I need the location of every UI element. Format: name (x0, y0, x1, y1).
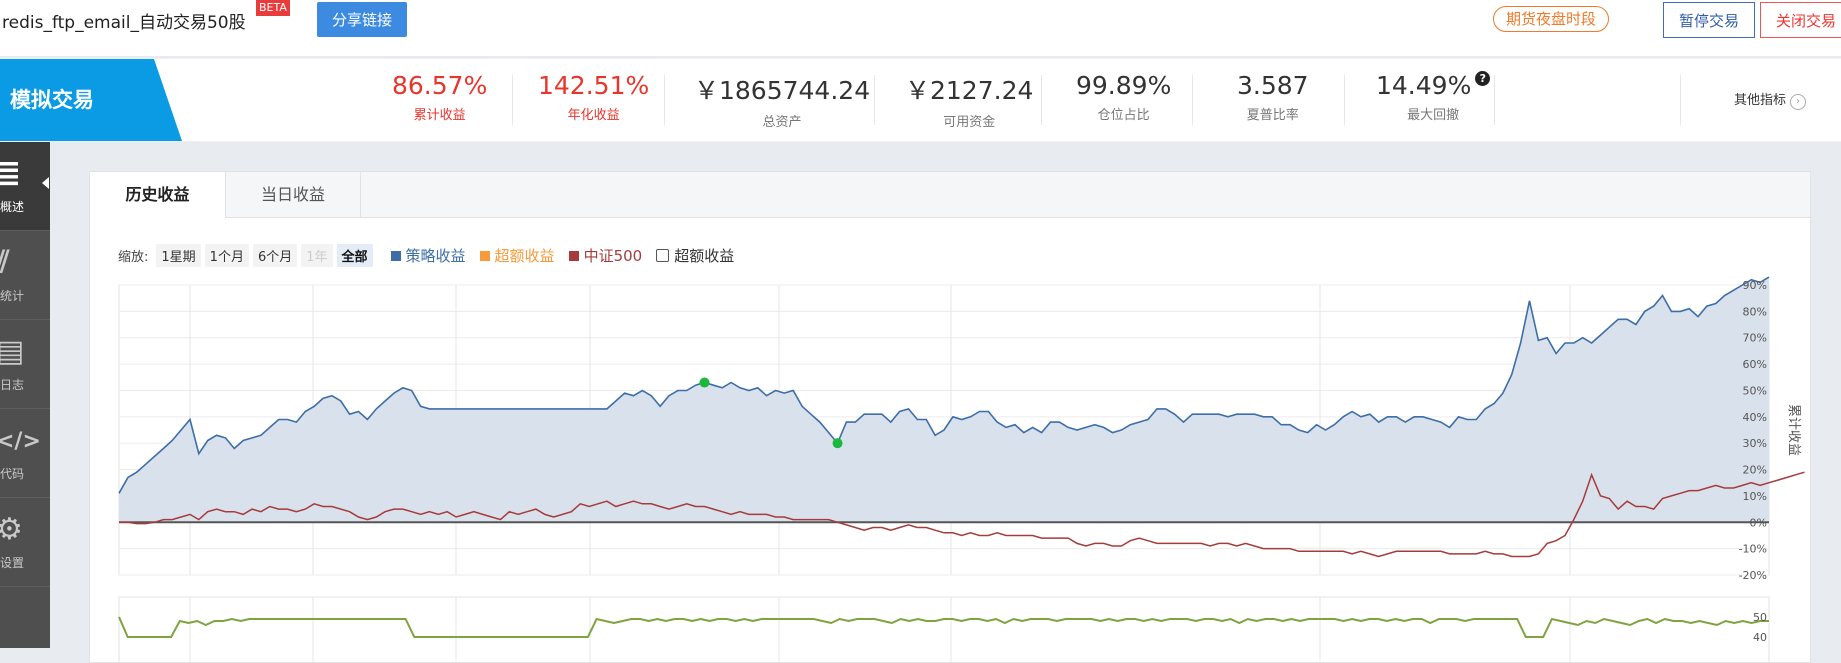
strategy-area (119, 277, 1769, 523)
stat-value: ￥2127.24 (905, 76, 1034, 105)
stat-divider (874, 75, 875, 125)
returns-panel: 历史收益 当日收益 缩放: 1星期 1个月 6个月 1年 全部 策略收益 超额收… (89, 171, 1811, 663)
night-session-badge: 期货夜盘时段 (1493, 6, 1610, 32)
stat-label: 累计收益 (413, 108, 466, 123)
y-tick-label: 40% (1743, 411, 1767, 424)
code-icon: </> (0, 429, 41, 454)
y-tick-label: 10% (1743, 490, 1767, 503)
stat-max-drawdown: 14.49%? 最大回撤 (1376, 71, 1491, 123)
y-tick-label: 70% (1743, 332, 1767, 345)
position-line (118, 616, 1769, 638)
stat-value: ￥1865744.24 (694, 76, 871, 105)
strategy-title: redis_ftp_email_自动交易50股 (2, 13, 246, 33)
y-tick-label: -20% (1739, 569, 1767, 582)
stat-value: 99.89% (1076, 71, 1172, 100)
stat-label: 总资产 (762, 115, 802, 130)
stat-value: 14.49% (1376, 71, 1472, 100)
help-icon[interactable]: ? (1475, 71, 1491, 86)
stat-divider (1494, 75, 1495, 125)
stat-cumulative-return: 86.57% 累计收益 (392, 71, 487, 123)
sidebar-item-label: 统计 (0, 289, 25, 303)
chart-icon: ⫽ (0, 245, 10, 280)
list-icon: ≣ (0, 156, 22, 191)
share-link-button[interactable]: 分享链接 (317, 2, 407, 37)
stat-value: 86.57% (392, 71, 488, 100)
y-tick-label: 60% (1743, 358, 1767, 371)
chevron-right-icon: › (1790, 94, 1807, 110)
stat-divider (1344, 75, 1345, 125)
sidebar-item-overview[interactable]: ≣ 概述 (0, 142, 50, 231)
log-icon: ▤ (0, 334, 25, 369)
stat-label: 年化收益 (567, 108, 620, 123)
stat-value: 3.587 (1237, 71, 1309, 100)
stat-divider (1192, 75, 1193, 125)
gear-icon: ⚙ (0, 512, 23, 547)
y-tick-label: 30% (1743, 437, 1767, 450)
stat-label: 夏普比率 (1246, 108, 1299, 123)
stat-label: 可用资金 (943, 115, 996, 130)
stat-label: 最大回撤 (1407, 108, 1460, 123)
stat-position-ratio: 99.89% 仓位占比 (1076, 71, 1171, 123)
y-tick-label: 20% (1743, 464, 1767, 477)
returns-chart: 90% 80% 70% 60% 50% 40% 30% 20% 10% 0% -10% -20% 累计收… (118, 276, 1805, 662)
sidebar-item-stats[interactable]: ⫽ 统计 (0, 231, 50, 320)
stat-divider (1041, 75, 1042, 125)
stat-divider (664, 75, 665, 125)
y-tick-label: 90% (1743, 279, 1767, 292)
stats-band: 模拟交易 86.57% 累计收益 142.51% 年化收益 ￥1865744.2… (0, 58, 1841, 142)
sim-trading-label: 模拟交易 (0, 59, 182, 141)
peak-marker (699, 377, 710, 388)
left-sidebar: ≣ 概述 ⫽ 统计 ▤ 日志 </> 代码 ⚙ 设置 (0, 142, 50, 648)
sidebar-item-log[interactable]: ▤ 日志 (0, 320, 50, 409)
other-metrics-label: 其他指标 (1734, 93, 1787, 108)
y-axis-label: 累计收益 (1786, 404, 1801, 456)
stat-value: 142.51% (538, 71, 650, 100)
stat-divider (1680, 75, 1681, 125)
top-bar: redis_ftp_email_自动交易50股 BETA 分享链接 期货夜盘时段… (0, 0, 1841, 56)
y-tick-label: 0% (1750, 516, 1767, 529)
stat-label: 仓位占比 (1097, 108, 1150, 123)
position-chart: 50 40 (118, 596, 1770, 662)
y-tick-label: -10% (1739, 543, 1767, 556)
sidebar-item-label: 概述 (0, 200, 25, 214)
stat-available-cash: ￥2127.24 可用资金 (905, 71, 1033, 130)
sidebar-item-label: 设置 (0, 556, 25, 570)
sidebar-item-settings[interactable]: ⚙ 设置 (0, 498, 50, 587)
stat-divider (512, 75, 513, 125)
pause-trading-button[interactable]: 暂停交易 (1663, 2, 1755, 38)
trough-marker (832, 438, 843, 449)
y-tick-label: 50% (1743, 384, 1767, 397)
active-caret-icon (42, 177, 49, 189)
lower-tick-label: 40 (1753, 631, 1767, 644)
sidebar-item-label: 代码 (0, 467, 25, 481)
sidebar-item-code[interactable]: </> 代码 (0, 409, 50, 498)
other-metrics-link[interactable]: 其他指标 › (1734, 89, 1807, 110)
strategy-area-fill (119, 277, 1769, 523)
lower-tick-label: 50 (1753, 611, 1767, 624)
stat-annual-return: 142.51% 年化收益 (538, 71, 649, 123)
beta-badge: BETA (256, 0, 290, 16)
y-tick-label: 80% (1743, 305, 1767, 318)
stat-total-assets: ￥1865744.24 总资产 (694, 71, 870, 130)
stat-sharpe-ratio: 3.587 夏普比率 (1237, 71, 1309, 123)
close-trading-button[interactable]: 关闭交易 (1760, 2, 1841, 38)
sidebar-item-label: 日志 (0, 378, 25, 392)
